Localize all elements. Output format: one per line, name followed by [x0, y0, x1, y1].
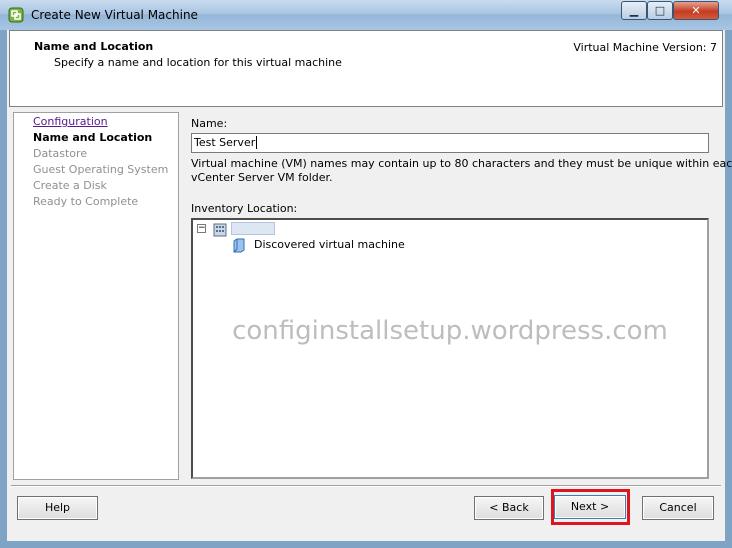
wizard-header: Name and Location Specify a name and loc… — [9, 30, 723, 107]
step-datastore: Datastore — [33, 147, 88, 160]
back-button[interactable]: < Back — [474, 496, 544, 520]
vsphere-app-icon — [8, 7, 24, 23]
vm-version-label: Virtual Machine Version: 7 — [573, 41, 717, 54]
help-button[interactable]: Help — [17, 496, 98, 520]
close-icon: ✕ — [691, 4, 701, 17]
footer-divider — [11, 485, 721, 487]
inventory-tree[interactable]: − Discovered virtual machine configinsta — [191, 218, 709, 479]
collapse-toggle[interactable]: − — [197, 224, 206, 233]
title-bar[interactable]: Create New Virtual Machine ▁ □ ✕ — [0, 0, 732, 30]
minimize-icon: ▁ — [629, 4, 639, 17]
folder-discovered-virtual-machine[interactable]: Discovered virtual machine — [254, 238, 405, 251]
name-help-text-line1: Virtual machine (VM) names may contain u… — [191, 157, 732, 170]
page-subtitle: Specify a name and location for this vir… — [54, 56, 342, 69]
name-label: Name: — [191, 117, 228, 130]
inventory-location-label: Inventory Location: — [191, 202, 298, 215]
maximize-button[interactable]: □ — [647, 1, 673, 20]
window-title: Create New Virtual Machine — [31, 8, 198, 22]
watermark: configinstallsetup.wordpress.com — [232, 316, 668, 346]
next-button[interactable]: Next > — [554, 495, 626, 519]
page-title: Name and Location — [34, 40, 154, 53]
wizard-window: Create New Virtual Machine ▁ □ ✕ Name an… — [0, 0, 732, 548]
step-create-disk: Create a Disk — [33, 179, 107, 192]
main-panel: Name: Test Server Virtual machine (VM) n… — [179, 112, 732, 480]
wizard-steps-panel: Configuration Name and Location Datastor… — [13, 112, 179, 480]
vm-name-input[interactable]: Test Server — [191, 133, 709, 153]
step-configuration[interactable]: Configuration — [33, 115, 108, 128]
step-ready-to-complete: Ready to Complete — [33, 195, 139, 208]
minimize-button[interactable]: ▁ — [621, 1, 647, 20]
wizard-body: Name and Location Specify a name and loc… — [7, 30, 732, 541]
step-guest-os: Guest Operating System — [33, 163, 169, 176]
maximize-icon: □ — [654, 4, 666, 17]
cancel-button[interactable]: Cancel — [642, 496, 714, 520]
name-help-text-line2: vCenter Server VM folder. — [191, 171, 333, 184]
datacenter-name-redacted[interactable] — [231, 222, 275, 235]
vm-folder-icon — [233, 238, 245, 253]
vm-name-value: Test Server — [194, 136, 256, 149]
close-button[interactable]: ✕ — [673, 1, 719, 20]
step-name-and-location: Name and Location — [33, 131, 153, 144]
datacenter-icon — [213, 223, 227, 237]
